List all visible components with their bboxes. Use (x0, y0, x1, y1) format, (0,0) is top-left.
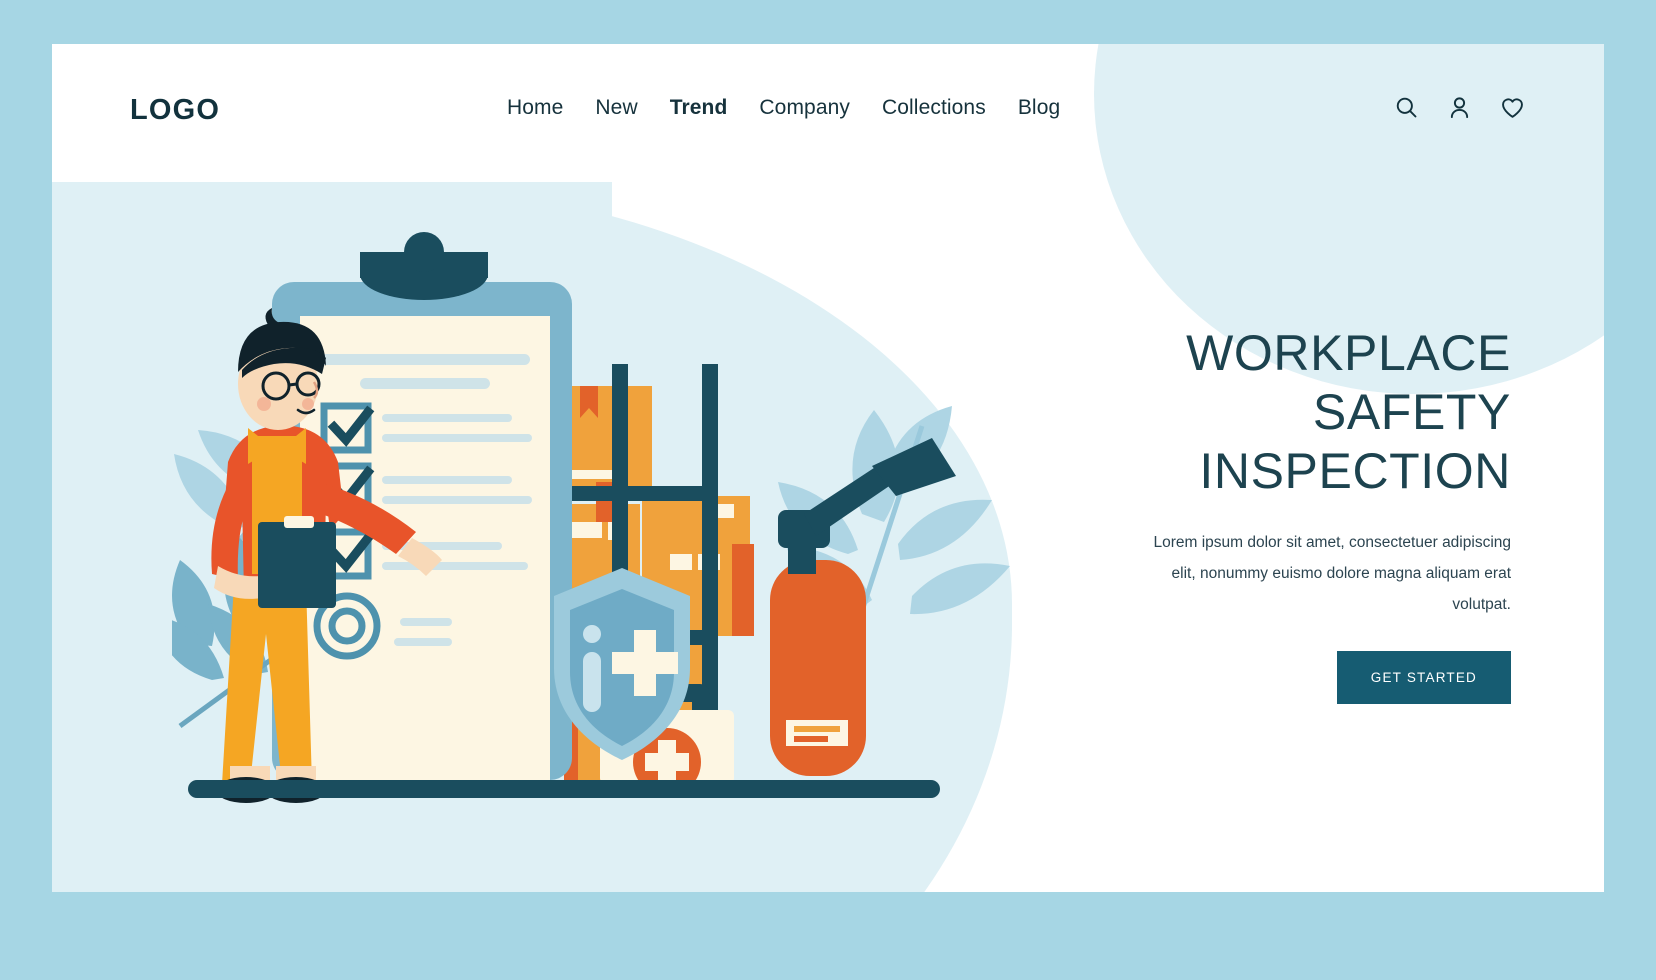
nav-company[interactable]: Company (759, 96, 850, 120)
user-icon[interactable] (1446, 94, 1473, 121)
nav-collections[interactable]: Collections (882, 96, 986, 120)
landing-page-card: LOGO Home New Trend Company Collections … (52, 44, 1604, 892)
site-header: LOGO Home New Trend Company Collections … (52, 44, 1604, 182)
favorite-icon[interactable] (1499, 94, 1526, 121)
get-started-button[interactable]: GET STARTED (1336, 651, 1511, 704)
main-navigation: Home New Trend Company Collections Blog (507, 96, 1060, 120)
nav-home[interactable]: Home (507, 96, 563, 120)
page-title: WORKPLACE SAFETY INSPECTION (1139, 324, 1511, 501)
nav-blog[interactable]: Blog (1018, 96, 1060, 120)
hero-illustration (172, 214, 1032, 834)
search-icon[interactable] (1393, 94, 1420, 121)
nav-new[interactable]: New (595, 96, 637, 120)
held-clipboard (258, 522, 336, 608)
title-line-3: INSPECTION (1199, 443, 1511, 499)
paper-line-2 (360, 378, 490, 389)
logo[interactable]: LOGO (130, 94, 220, 127)
hero-paragraph: Lorem ipsum dolor sit amet, consectetuer… (1153, 534, 1511, 613)
title-line-1: WORKPLACE (1186, 325, 1511, 381)
header-icon-group (1393, 94, 1526, 121)
title-line-2: SAFETY (1312, 384, 1511, 440)
ground-line (188, 780, 940, 798)
nav-trend[interactable]: Trend (670, 96, 728, 120)
paper-line-1 (320, 354, 530, 365)
hero-text-block: WORKPLACE SAFETY INSPECTION Lorem ipsum … (1139, 324, 1511, 704)
